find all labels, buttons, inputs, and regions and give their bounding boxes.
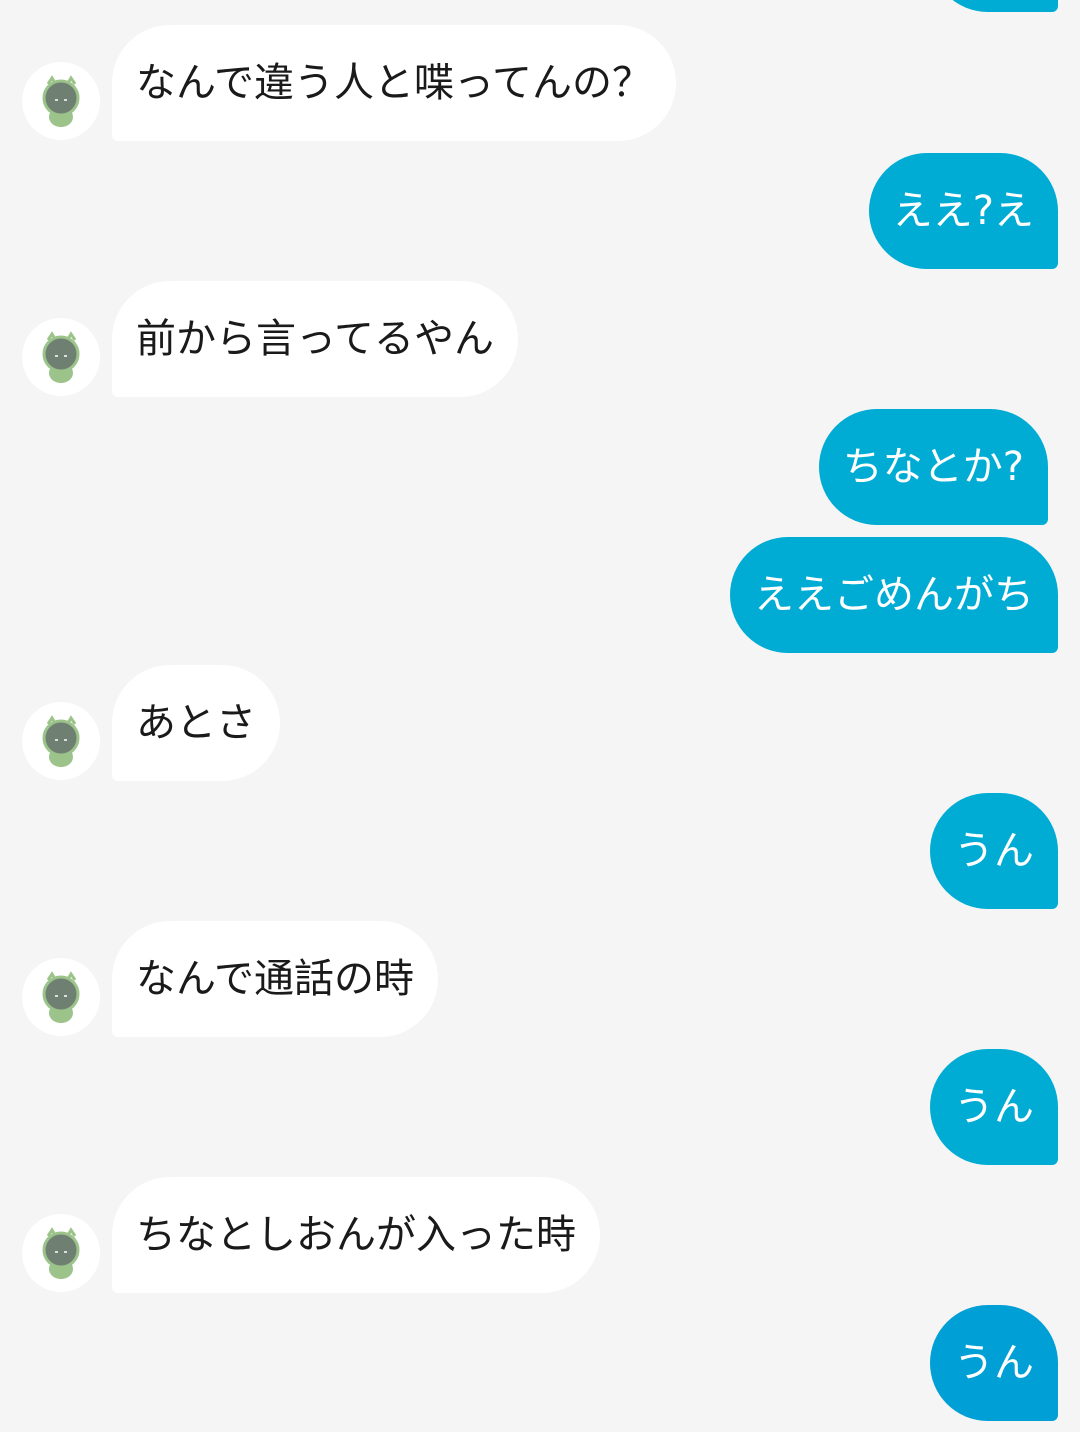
message-text: ちなとしおんが入った時: [136, 1212, 576, 1258]
message-text: うん: [954, 1084, 1034, 1130]
incoming-message[interactable]: あとさ: [112, 665, 280, 781]
incoming-message[interactable]: なんで違う人と喋ってんの？: [112, 25, 676, 141]
incoming-message[interactable]: 前から言ってるやん: [112, 281, 518, 397]
message-text: なんで通話の時: [136, 956, 414, 1002]
incoming-message[interactable]: ちなとしおんが入った時: [112, 1177, 600, 1293]
message-text: ええ?え: [892, 188, 1034, 234]
outgoing-bubble-partial[interactable]: [930, 0, 1058, 12]
outgoing-message[interactable]: ちなとか?: [818, 409, 1048, 525]
dino-avatar-icon: [42, 1227, 80, 1279]
contact-avatar[interactable]: [22, 958, 100, 1036]
message-text: ちなとか?: [842, 444, 1024, 490]
message-text: うん: [954, 1340, 1034, 1386]
dino-avatar-icon: [42, 331, 80, 383]
outgoing-message[interactable]: うん: [930, 793, 1058, 909]
outgoing-message[interactable]: うん: [930, 1305, 1058, 1421]
message-text: なんで違う人と喋ってんの？: [136, 60, 652, 106]
chat-thread: なんで違う人と喋ってんの？ ええ?え 前から言ってるやん ちなとか? ええごめん…: [0, 0, 1080, 1432]
contact-avatar[interactable]: [22, 318, 100, 396]
incoming-message[interactable]: なんで通話の時: [112, 921, 438, 1037]
contact-avatar[interactable]: [22, 1214, 100, 1292]
contact-avatar[interactable]: [22, 62, 100, 140]
message-text: うん: [954, 828, 1034, 874]
outgoing-message[interactable]: うん: [930, 1049, 1058, 1165]
dino-avatar-icon: [42, 715, 80, 767]
message-text: あとさ: [136, 700, 256, 746]
outgoing-message[interactable]: ええ?え: [868, 153, 1058, 269]
dino-avatar-icon: [42, 971, 80, 1023]
dino-avatar-icon: [42, 75, 80, 127]
message-text: ええごめんがち: [754, 572, 1034, 618]
message-text: 前から言ってるやん: [136, 316, 494, 362]
contact-avatar[interactable]: [22, 702, 100, 780]
outgoing-message[interactable]: ええごめんがち: [730, 537, 1058, 653]
